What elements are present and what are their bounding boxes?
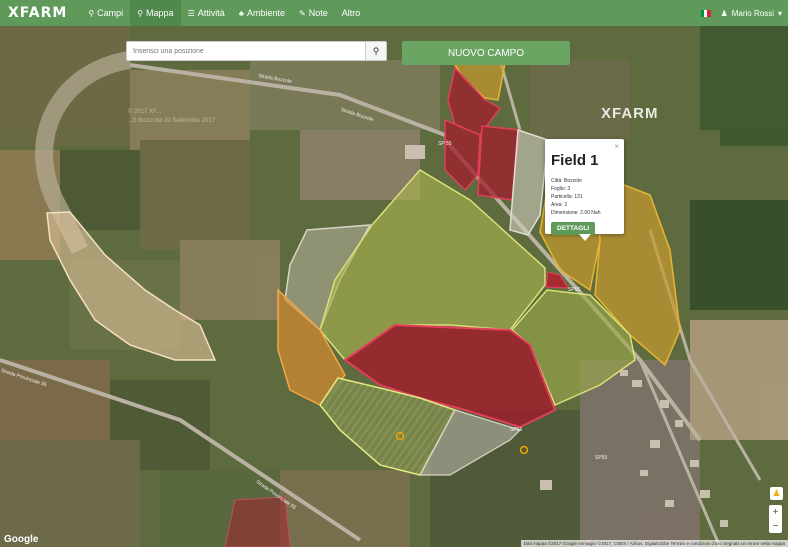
nav-item-mappa[interactable]: ⚲ Mappa [130,0,181,26]
nav-item-altro[interactable]: Altro [335,0,368,26]
popup-detail-line: Area: 2 [551,202,568,208]
location-search: ⚲ [126,41,387,61]
nav-item-label: Altro [341,8,361,18]
new-field-button[interactable]: NUOVO CAMPO [402,41,570,65]
google-logo: Google [4,534,39,545]
details-button[interactable]: DETTAGLI [551,222,596,235]
nav-item-label: Attività [197,8,225,18]
street-view-pegman-icon[interactable]: ♟ [770,487,783,500]
imagery-line: ...0 Bozzi del 20 Settembre 2017 [128,118,216,124]
search-icon: ⚲ [372,45,380,56]
nav-item-label: Note [308,8,328,18]
field-info-popup: × Field 1 Città: Bozzole Foglio: 3 Parti… [545,139,624,241]
road-label: SP55 [568,287,581,293]
zoom-out-button[interactable]: − [773,521,779,532]
italian-flag-icon[interactable] [700,9,711,17]
list-icon: ☰ [187,8,195,18]
nav-item-label: Ambiente [247,8,286,18]
pin-icon: ⚲ [88,8,95,18]
user-icon: ♟ [720,8,728,18]
nav-item-note[interactable]: ✎ Note [292,0,335,26]
road-label: SP 55 [438,141,452,147]
app-logo[interactable]: XFARM [8,5,67,21]
popup-title: Field 1 [551,152,599,169]
nav-item-label: Campi [97,8,124,18]
user-name: Mario Rossi [731,8,774,18]
user-menu[interactable]: ♟ Mario Rossi ▾ [721,9,782,18]
note-icon: ✎ [299,8,306,18]
map-marker-icon: ⚲ [137,8,144,18]
popup-detail-line: Dimensione: 2.00 Nah [551,210,601,216]
map-attribution[interactable]: Dati mappa ©2017 Google Immagini ©2017, … [520,540,788,547]
leaf-icon: ♣ [238,8,245,18]
caret-down-icon: ▾ [777,8,782,18]
satellite-map[interactable] [0,26,788,547]
xfarm-watermark: XFARM [601,105,659,122]
close-icon[interactable]: × [614,142,619,151]
road-label: SP55 [510,427,523,433]
popup-detail-line: Foglio: 3 [551,186,571,192]
road-label: SP55 [595,455,608,461]
popup-detail-line: Città: Bozzole [551,178,582,184]
nav-item-label: Mappa [146,8,174,18]
popup-detail-line: Particella: 131 [551,194,583,200]
imagery-copyright: © 2017 XF... ...0 Bozzi del 20 Settembre… [128,108,215,126]
top-navbar: XFARM ⚲ Campi ⚲ Mappa ☰ Attività ♣ Ambie… [0,0,788,26]
nav-item-campi[interactable]: ⚲ Campi [81,0,130,26]
zoom-in-button[interactable]: + [773,507,779,518]
nav-item-attivita[interactable]: ☰ Attività [181,0,232,26]
search-input[interactable] [127,42,365,60]
nav-item-ambiente[interactable]: ♣ Ambiente [232,0,292,26]
zoom-control: + − [769,505,782,533]
field-polygon[interactable] [224,496,291,547]
imagery-line: © 2017 XF... [128,109,162,115]
search-button[interactable]: ⚲ [365,42,386,60]
popup-details: Città: Bozzole Foglio: 3 Particella: 131… [551,177,618,217]
nav-right: ♟ Mario Rossi ▾ [700,0,782,26]
